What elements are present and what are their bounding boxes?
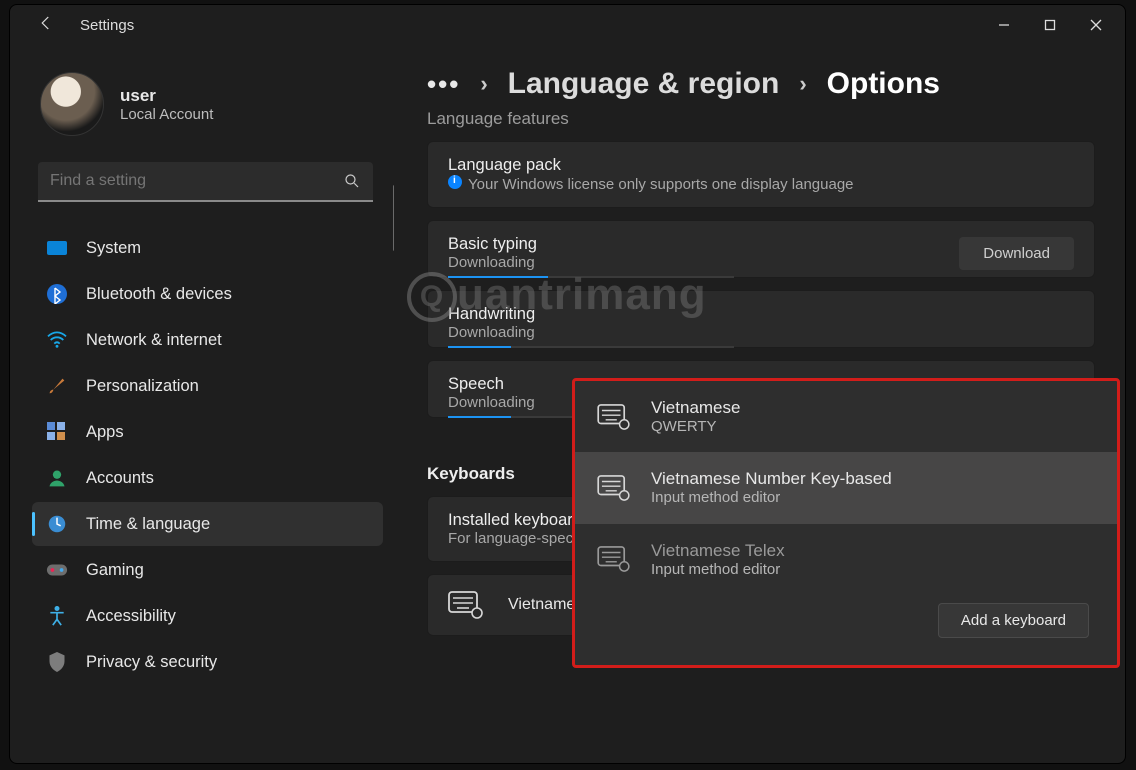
scrollbar-thumb[interactable] <box>393 185 394 251</box>
sidebar-item-label: Personalization <box>86 377 199 396</box>
handwriting-title: Handwriting <box>448 305 535 324</box>
shield-icon <box>46 651 68 673</box>
accessibility-icon <box>46 605 68 627</box>
person-icon <box>46 467 68 489</box>
user-name: user <box>120 86 213 106</box>
popup-item-sub: QWERTY <box>651 418 740 435</box>
sidebar-item-accounts[interactable]: Accounts <box>32 456 383 500</box>
popup-item-sub: Input method editor <box>651 489 892 506</box>
handwriting-card: Handwriting Downloading <box>427 290 1095 348</box>
popup-item-title: Vietnamese Telex <box>651 541 785 561</box>
sidebar-item-privacy[interactable]: Privacy & security <box>32 640 383 684</box>
sidebar-item-label: Accounts <box>86 469 154 488</box>
language-pack-info: Your Windows license only supports one d… <box>468 176 854 193</box>
popup-add-keyboard-button[interactable]: Add a keyboard <box>938 603 1089 638</box>
sidebar-item-label: Network & internet <box>86 331 222 350</box>
sidebar-item-label: Gaming <box>86 561 144 580</box>
sidebar-item-apps[interactable]: Apps <box>32 410 383 454</box>
popup-option-vietnamese-telex[interactable]: Vietnamese TelexInput method editor <box>575 524 1117 595</box>
popup-item-sub: Input method editor <box>651 561 785 578</box>
close-button[interactable] <box>1073 8 1119 42</box>
sidebar-item-accessibility[interactable]: Accessibility <box>32 594 383 638</box>
sidebar-item-time-language[interactable]: Time & language <box>32 502 383 546</box>
search-input[interactable] <box>50 172 343 190</box>
language-pack-title: Language pack <box>448 156 854 175</box>
breadcrumb-parent[interactable]: Language & region <box>508 67 780 101</box>
search-icon <box>343 172 361 190</box>
chevron-right-icon: › <box>480 71 487 97</box>
maximize-button[interactable] <box>1027 8 1073 42</box>
handwriting-status: Downloading <box>448 324 535 341</box>
sidebar-item-label: Time & language <box>86 515 210 534</box>
sidebar: user Local Account System Bluetooth & de… <box>10 45 393 763</box>
sidebar-item-label: System <box>86 239 141 258</box>
progress-bar <box>448 346 734 348</box>
clock-globe-icon <box>46 513 68 535</box>
bluetooth-icon <box>46 283 68 305</box>
sidebar-item-personalization[interactable]: Personalization <box>32 364 383 408</box>
basic-typing-status: Downloading <box>448 254 537 271</box>
sidebar-item-network[interactable]: Network & internet <box>32 318 383 362</box>
sidebar-item-label: Apps <box>86 423 124 442</box>
sidebar-item-label: Bluetooth & devices <box>86 285 232 304</box>
basic-typing-title: Basic typing <box>448 235 537 254</box>
breadcrumb-overflow[interactable]: ••• <box>427 69 460 100</box>
app-title: Settings <box>80 17 134 34</box>
sidebar-item-bluetooth[interactable]: Bluetooth & devices <box>32 272 383 316</box>
wifi-icon <box>46 329 68 351</box>
avatar <box>40 72 104 136</box>
popup-item-title: Vietnamese <box>651 398 740 418</box>
section-language-features: Language features <box>427 109 1095 129</box>
speech-title: Speech <box>448 375 535 394</box>
popup-item-title: Vietnamese Number Key-based <box>651 469 892 489</box>
download-button[interactable]: Download <box>959 237 1074 270</box>
keyboard-icon <box>597 475 631 501</box>
progress-bar <box>448 276 734 278</box>
sidebar-item-gaming[interactable]: Gaming <box>32 548 383 592</box>
language-pack-card: Language pack Your Windows license only … <box>427 141 1095 208</box>
display-icon <box>46 237 68 259</box>
nav-list: System Bluetooth & devices Network & int… <box>32 226 383 684</box>
keyboard-icon <box>448 591 484 619</box>
brush-icon <box>46 375 68 397</box>
keyboard-picker-popup: VietnameseQWERTY Vietnamese Number Key-b… <box>572 378 1120 668</box>
minimize-button[interactable] <box>981 8 1027 42</box>
popup-option-vietnamese-qwerty[interactable]: VietnameseQWERTY <box>575 381 1117 452</box>
titlebar: Settings <box>10 5 1125 45</box>
sidebar-item-system[interactable]: System <box>32 226 383 270</box>
info-icon <box>448 175 462 189</box>
gamepad-icon <box>46 559 68 581</box>
sidebar-item-label: Accessibility <box>86 607 176 626</box>
popup-option-vietnamese-number-key[interactable]: Vietnamese Number Key-basedInput method … <box>575 452 1117 523</box>
back-button[interactable] <box>36 14 56 37</box>
search-box[interactable] <box>38 162 373 202</box>
breadcrumb: ••• › Language & region › Options <box>427 67 1095 101</box>
basic-typing-card: Basic typing Downloading Download <box>427 220 1095 278</box>
keyboard-icon <box>597 404 631 430</box>
profile-block[interactable]: user Local Account <box>32 60 383 156</box>
account-type: Local Account <box>120 106 213 123</box>
breadcrumb-current: Options <box>827 67 940 101</box>
speech-status: Downloading <box>448 394 535 411</box>
sidebar-item-label: Privacy & security <box>86 653 217 672</box>
chevron-right-icon: › <box>799 71 806 97</box>
keyboard-icon <box>597 546 631 572</box>
apps-icon <box>46 421 68 443</box>
